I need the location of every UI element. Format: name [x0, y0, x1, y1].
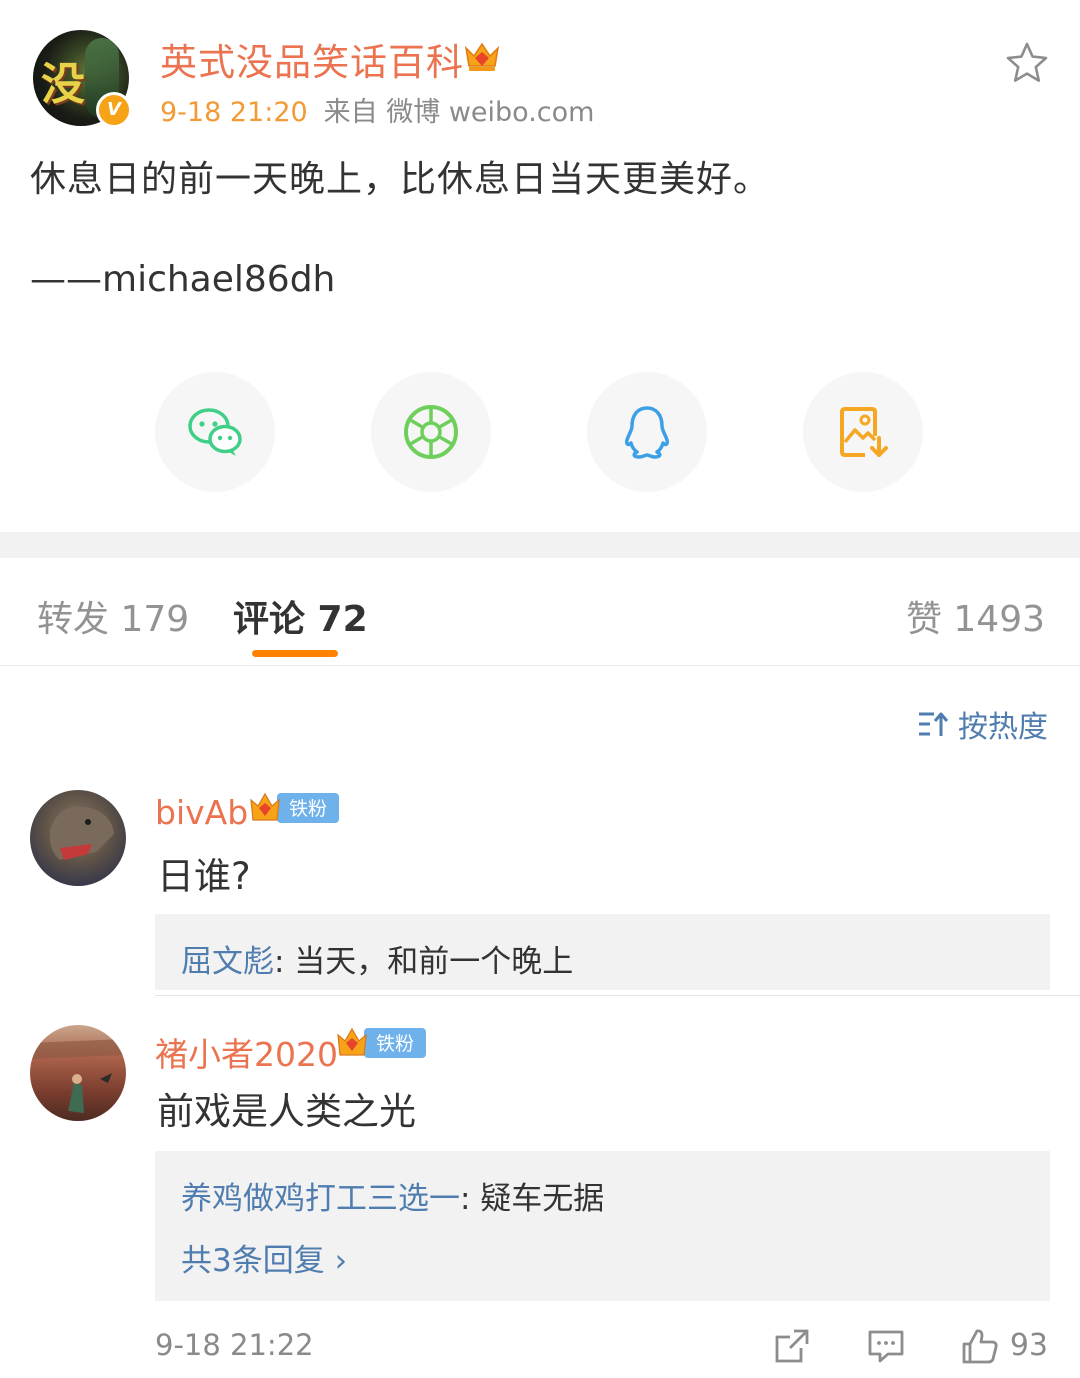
avatar-glyph: 没: [41, 59, 85, 110]
tab-repost[interactable]: 转发 179: [37, 590, 189, 642]
reply-text: : 当天，和前一个晚上: [274, 944, 574, 980]
section-divider: [0, 532, 1080, 558]
post-text: 休息日的前一天晚上，比休息日当天更美好。: [30, 159, 771, 200]
reply-box[interactable]: 养鸡做鸡打工三选一: 疑车无据 共3条回复 ›: [155, 1151, 1050, 1301]
aperture-icon: [404, 405, 458, 459]
author-name[interactable]: 英式没品笑话百科: [160, 32, 464, 86]
reply-text: : 疑车无据: [460, 1181, 605, 1217]
post-source: 来自 微博 weibo.com: [323, 97, 595, 128]
share-comment-icon[interactable]: [772, 1326, 812, 1366]
photo-avatar-icon: [30, 1039, 126, 1113]
sort-by-hot-button[interactable]: 按热度: [916, 702, 1048, 746]
like-comment-icon[interactable]: [960, 1326, 1000, 1366]
star-icon[interactable]: [1004, 40, 1050, 86]
reply-line: 养鸡做鸡打工三选一: 疑车无据: [181, 1173, 604, 1218]
sort-icon: [919, 712, 949, 736]
comment-text: 前戏是人类之光: [157, 1090, 416, 1133]
comment-footer: 9-18 21:22 93: [0, 1318, 1080, 1374]
tab-comment[interactable]: 评论 72: [233, 590, 368, 642]
qq-penguin-icon: [625, 406, 669, 459]
reply-user[interactable]: 屈文彪: [181, 944, 274, 980]
post-meta: 9-18 21:20 来自 微博 weibo.com: [160, 90, 594, 129]
fan-badge-label: 铁粉: [289, 798, 327, 820]
commenter-avatar[interactable]: [30, 1025, 126, 1121]
share-qq-button[interactable]: [587, 372, 707, 492]
share-moments-button[interactable]: [371, 372, 491, 492]
commenter-name[interactable]: 褚小者2020: [155, 1028, 338, 1076]
active-tab-indicator: [252, 650, 338, 657]
dinosaur-avatar-icon: [49, 806, 114, 860]
fan-badge-label: 铁粉: [376, 1033, 414, 1055]
comment-divider: [155, 995, 1080, 996]
save-image-button[interactable]: [803, 372, 923, 492]
reply-user[interactable]: 养鸡做鸡打工三选一: [181, 1181, 460, 1217]
share-wechat-button[interactable]: [155, 372, 275, 492]
reply-line: 屈文彪: 当天，和前一个晚上: [181, 936, 573, 981]
like-count: 93: [1009, 1328, 1048, 1363]
iron-fan-badge: 铁粉: [337, 1027, 426, 1058]
v-badge-icon: V: [96, 92, 132, 128]
wechat-icon: [188, 408, 242, 456]
reply-comment-icon[interactable]: [866, 1326, 906, 1366]
save-image-icon: [840, 407, 888, 457]
reply-box[interactable]: 屈文彪: 当天，和前一个晚上: [155, 914, 1050, 990]
tab-bar: 转发 179 评论 72 赞 1493: [0, 558, 1080, 666]
post-signature: ——michael86dh: [30, 259, 336, 300]
comment-time: 9-18 21:22: [155, 1328, 314, 1362]
tab-like[interactable]: 赞 1493: [906, 590, 1045, 642]
post-header: 没 V 英式没品笑话百科 9-18 21:20 来自 微博 weibo.com: [0, 0, 1080, 140]
commenter-name[interactable]: bivAb: [155, 793, 248, 832]
more-replies-link[interactable]: 共3条回复 ›: [181, 1235, 347, 1280]
sort-label: 按热度: [958, 710, 1048, 745]
crown-icon[interactable]: [462, 38, 502, 74]
comment-text: 日谁?: [157, 855, 251, 898]
iron-fan-badge: 铁粉: [250, 792, 339, 823]
commenter-avatar[interactable]: [30, 790, 126, 886]
share-row: [0, 372, 1080, 492]
post-time: 9-18 21:20: [160, 97, 308, 128]
